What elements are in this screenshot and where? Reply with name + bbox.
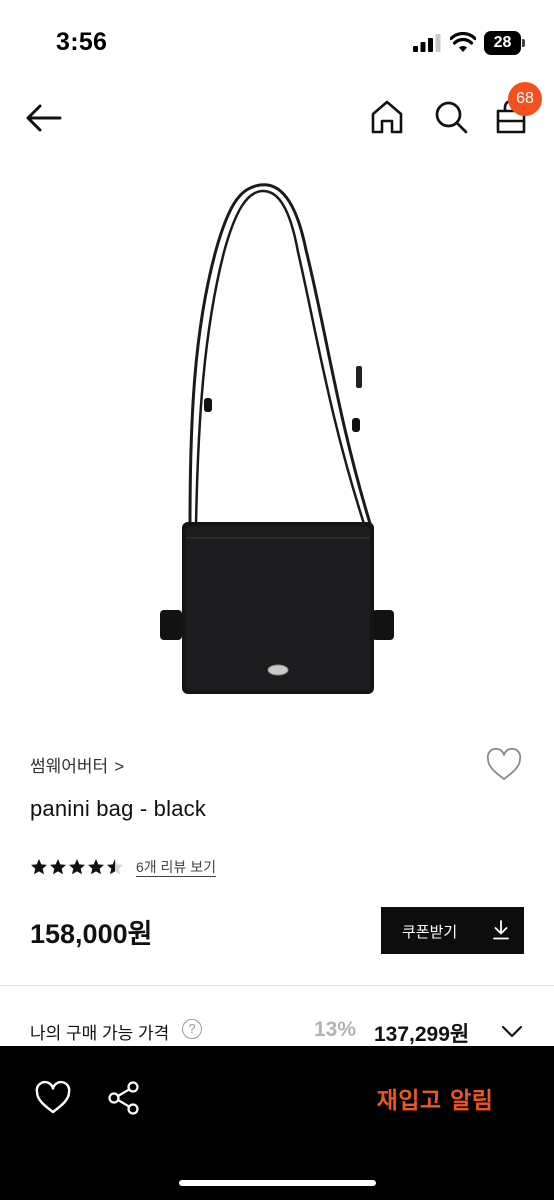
my-price: 137,299원 xyxy=(374,1023,470,1046)
signal-icon xyxy=(413,34,441,52)
bottom-action-bar: 재입고 알림 xyxy=(0,1046,554,1200)
battery-level-text: 28 xyxy=(493,34,512,51)
star-icon xyxy=(107,859,123,875)
coupon-button-label: 쿠폰받기 xyxy=(402,924,458,941)
restock-alert-button[interactable]: 재입고 알림 xyxy=(350,1072,520,1124)
product-image xyxy=(160,183,394,694)
brand-link[interactable]: 썸웨어버터 > xyxy=(30,752,124,777)
rating-row: 6개 리뷰 보기 xyxy=(30,854,216,880)
chevron-down-icon[interactable] xyxy=(500,1020,524,1042)
download-icon xyxy=(493,920,509,940)
product-price: 158,000원 xyxy=(30,919,153,949)
cart-count-badge: 68 xyxy=(508,82,542,116)
brand-name: 썸웨어버터 xyxy=(30,757,109,776)
home-icon[interactable] xyxy=(366,96,408,138)
star-icon xyxy=(88,859,104,875)
restock-alert-label: 재입고 알림 xyxy=(376,1088,494,1114)
share-icon[interactable] xyxy=(106,1080,142,1116)
status-time: 3:56 xyxy=(56,28,108,56)
heart-icon[interactable] xyxy=(484,746,524,784)
wifi-icon xyxy=(450,32,476,52)
top-nav xyxy=(0,80,554,160)
star-icon xyxy=(50,859,66,875)
star-icon xyxy=(69,859,85,875)
back-arrow-icon[interactable] xyxy=(22,98,66,138)
coupon-button[interactable]: 쿠폰받기 xyxy=(381,907,524,954)
review-link[interactable]: 6개 리뷰 보기 xyxy=(136,857,216,877)
search-icon[interactable] xyxy=(430,96,472,138)
chevron-right-icon: > xyxy=(114,757,125,776)
divider xyxy=(0,985,554,986)
battery-icon: 28 xyxy=(484,31,526,55)
star-rating xyxy=(30,858,124,876)
help-icon[interactable]: ? xyxy=(182,1019,202,1039)
product-name: panini bag - black xyxy=(30,796,207,821)
discount-rate: 13% xyxy=(314,1018,357,1041)
home-indicator xyxy=(179,1180,376,1186)
star-icon xyxy=(31,859,47,875)
status-bar: 3:56 28 xyxy=(0,0,554,80)
my-price-label: 나의 구매 가능 가격 xyxy=(30,1024,170,1043)
heart-icon[interactable] xyxy=(34,1080,72,1116)
